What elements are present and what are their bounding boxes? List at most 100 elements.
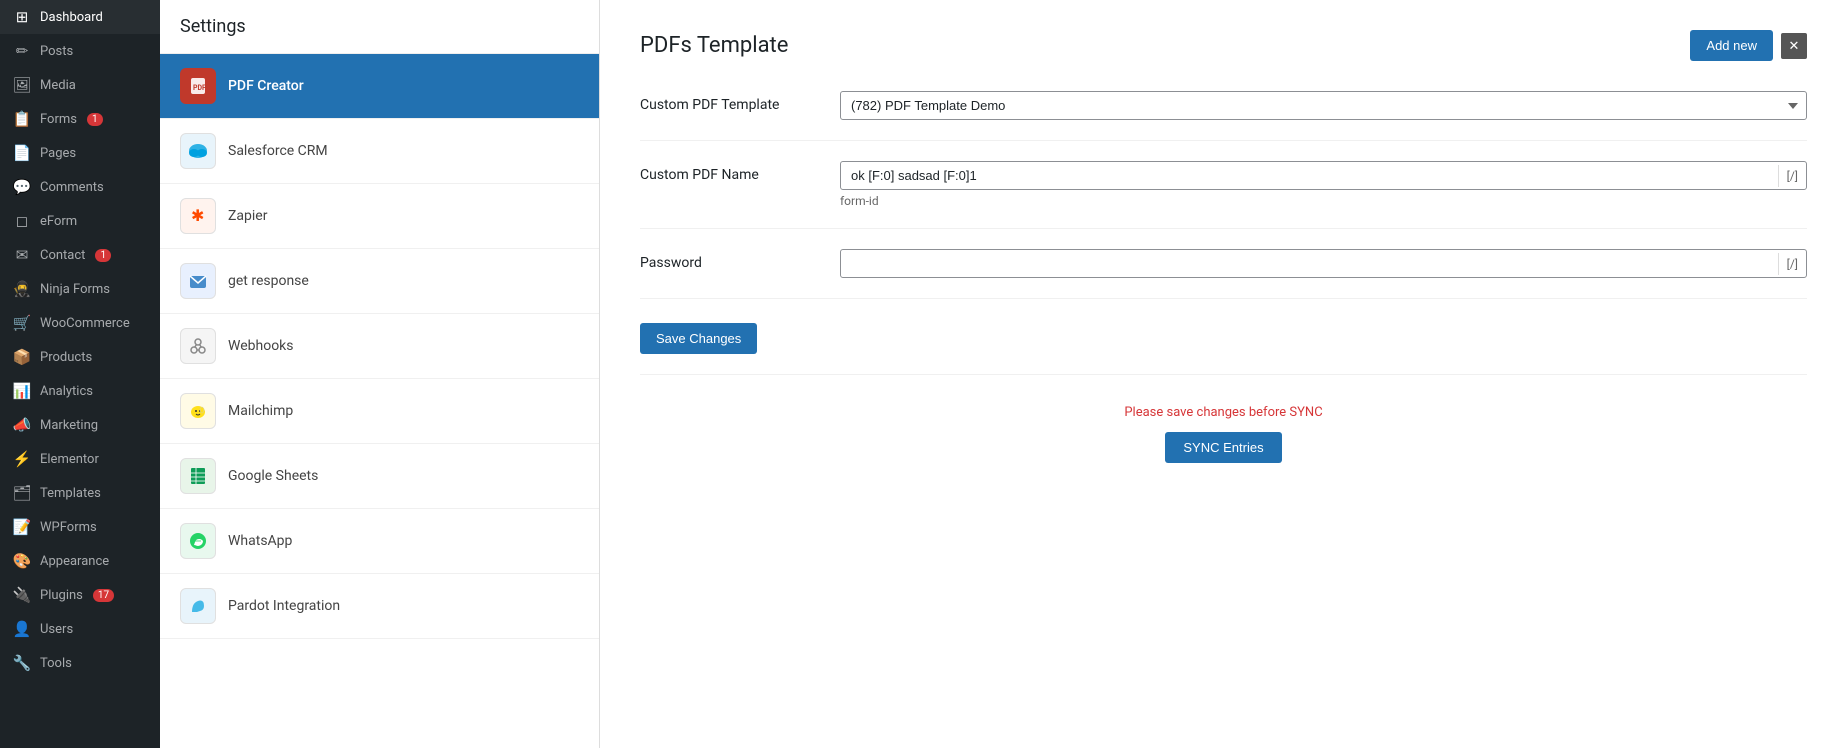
settings-item-pdf-creator[interactable]: PDF PDF Creator — [160, 54, 599, 119]
sidebar-label-posts: Posts — [40, 44, 73, 59]
svg-text:✱: ✱ — [191, 206, 204, 225]
sidebar-label-contact: Contact — [40, 248, 85, 263]
comments-icon: 💬 — [12, 178, 32, 196]
contact-badge: 1 — [95, 249, 111, 262]
sidebar-label-tools: Tools — [40, 656, 72, 671]
sidebar-item-dashboard[interactable]: ⊞ Dashboard — [0, 0, 160, 34]
sidebar-item-plugins[interactable]: 🔌 Plugins 17 — [0, 578, 160, 612]
settings-item-google-sheets[interactable]: Google Sheets — [160, 444, 599, 509]
eform-icon: ◻ — [12, 212, 32, 230]
sidebar-item-comments[interactable]: 💬 Comments — [0, 170, 160, 204]
settings-label-salesforce: Salesforce CRM — [228, 143, 328, 159]
google-sheets-icon — [180, 458, 216, 494]
appearance-icon: 🎨 — [12, 552, 32, 570]
sidebar-item-analytics[interactable]: 📊 Analytics — [0, 374, 160, 408]
sidebar-label-appearance: Appearance — [40, 554, 109, 569]
sidebar-item-woocommerce[interactable]: 🛒 WooCommerce — [0, 306, 160, 340]
settings-label-webhooks: Webhooks — [228, 338, 294, 354]
custom-pdf-template-control: (782) PDF Template Demo — [840, 91, 1807, 120]
products-icon: 📦 — [12, 348, 32, 366]
mailchimp-icon — [180, 393, 216, 429]
tools-icon: 🔧 — [12, 654, 32, 672]
settings-item-mailchimp[interactable]: Mailchimp — [160, 379, 599, 444]
settings-label-google-sheets: Google Sheets — [228, 468, 318, 484]
sidebar-item-forms[interactable]: 📋 Forms 1 — [0, 102, 160, 136]
sidebar-label-ninja-forms: Ninja Forms — [40, 282, 110, 297]
close-button[interactable]: ✕ — [1781, 33, 1807, 59]
settings-label-mailchimp: Mailchimp — [228, 403, 293, 419]
wpforms-icon: 📝 — [12, 518, 32, 536]
save-row: Save Changes — [640, 323, 1807, 375]
settings-label-whatsapp: WhatsApp — [228, 533, 292, 549]
woocommerce-icon: 🛒 — [12, 314, 32, 332]
sidebar-label-products: Products — [40, 350, 92, 365]
settings-item-zapier[interactable]: ✱ Zapier — [160, 184, 599, 249]
sidebar-item-products[interactable]: 📦 Products — [0, 340, 160, 374]
sidebar-item-appearance[interactable]: 🎨 Appearance — [0, 544, 160, 578]
salesforce-icon — [180, 133, 216, 169]
sidebar-label-pages: Pages — [40, 146, 76, 161]
custom-pdf-name-helper: form-id — [840, 194, 1807, 208]
settings-item-salesforce[interactable]: Salesforce CRM — [160, 119, 599, 184]
settings-item-whatsapp[interactable]: WhatsApp — [160, 509, 599, 574]
sidebar-label-woocommerce: WooCommerce — [40, 316, 130, 331]
zapier-icon: ✱ — [180, 198, 216, 234]
custom-pdf-name-input[interactable] — [841, 162, 1778, 189]
settings-panel: Settings PDF PDF Creator Salesforce CRM … — [160, 0, 600, 748]
sidebar-label-elementor: Elementor — [40, 452, 99, 467]
sidebar-label-marketing: Marketing — [40, 418, 98, 433]
sidebar-label-templates: Templates — [40, 486, 101, 501]
pardot-icon — [180, 588, 216, 624]
settings-item-get-response[interactable]: get response — [160, 249, 599, 314]
sidebar-label-dashboard: Dashboard — [40, 10, 103, 25]
ninja-forms-icon: 🥷 — [12, 280, 32, 298]
sidebar-item-ninja-forms[interactable]: 🥷 Ninja Forms — [0, 272, 160, 306]
password-label: Password — [640, 249, 840, 271]
sidebar-item-contact[interactable]: ✉ Contact 1 — [0, 238, 160, 272]
custom-pdf-name-tag: [/] — [1778, 165, 1806, 187]
password-input[interactable] — [841, 250, 1778, 277]
dashboard-icon: ⊞ — [12, 8, 32, 26]
sidebar-item-media[interactable]: 🖼 Media — [0, 68, 160, 102]
analytics-icon: 📊 — [12, 382, 32, 400]
main-content: PDFs Template Add new ✕ Custom PDF Templ… — [600, 0, 1847, 748]
settings-item-pardot[interactable]: Pardot Integration — [160, 574, 599, 639]
save-changes-button[interactable]: Save Changes — [640, 323, 757, 354]
sidebar-item-users[interactable]: 👤 Users — [0, 612, 160, 646]
password-control: [/] — [840, 249, 1807, 278]
posts-icon: ✏ — [12, 42, 32, 60]
sidebar-item-pages[interactable]: 📄 Pages — [0, 136, 160, 170]
custom-pdf-template-select[interactable]: (782) PDF Template Demo — [840, 91, 1807, 120]
sidebar-label-analytics: Analytics — [40, 384, 93, 399]
media-icon: 🖼 — [12, 76, 32, 94]
forms-icon: 📋 — [12, 110, 32, 128]
settings-label-pdf-creator: PDF Creator — [228, 78, 304, 94]
sidebar-label-media: Media — [40, 78, 76, 93]
settings-header: Settings — [160, 0, 599, 54]
sidebar-item-posts[interactable]: ✏ Posts — [0, 34, 160, 68]
plugins-badge: 17 — [93, 589, 114, 602]
get-response-icon — [180, 263, 216, 299]
sidebar-item-eform[interactable]: ◻ eForm — [0, 204, 160, 238]
settings-label-zapier: Zapier — [228, 208, 267, 224]
sidebar-item-elementor[interactable]: ⚡ Elementor — [0, 442, 160, 476]
sidebar-item-tools[interactable]: 🔧 Tools — [0, 646, 160, 680]
templates-icon: 🗂 — [12, 484, 32, 502]
svg-text:PDF: PDF — [193, 84, 206, 92]
sidebar-label-comments: Comments — [40, 180, 104, 195]
custom-pdf-name-control: [/] form-id — [840, 161, 1807, 208]
add-new-button[interactable]: Add new — [1690, 30, 1773, 61]
sidebar-item-templates[interactable]: 🗂 Templates — [0, 476, 160, 510]
custom-pdf-template-label: Custom PDF Template — [640, 91, 840, 113]
sync-entries-button[interactable]: SYNC Entries — [1165, 432, 1281, 463]
pdf-template-form: Custom PDF Template (782) PDF Template D… — [640, 91, 1807, 463]
password-input-wrapper: [/] — [840, 249, 1807, 278]
forms-badge: 1 — [87, 113, 103, 126]
marketing-icon: 📣 — [12, 416, 32, 434]
settings-item-webhooks[interactable]: Webhooks — [160, 314, 599, 379]
sidebar-item-marketing[interactable]: 📣 Marketing — [0, 408, 160, 442]
sidebar-item-wpforms[interactable]: 📝 WPForms — [0, 510, 160, 544]
sync-section: Please save changes before SYNC SYNC Ent… — [640, 405, 1807, 463]
settings-label-get-response: get response — [228, 273, 309, 289]
sidebar-label-users: Users — [40, 622, 73, 637]
